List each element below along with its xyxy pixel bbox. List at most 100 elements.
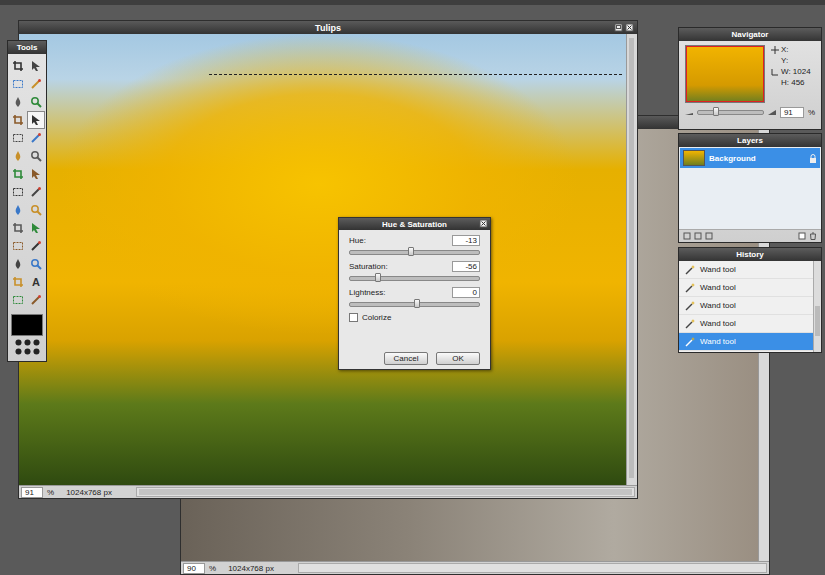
navigator-thumbnail[interactable] — [685, 45, 765, 103]
horizontal-scrollbar[interactable] — [136, 487, 635, 497]
close-icon[interactable] — [479, 219, 488, 228]
history-title[interactable]: History — [679, 248, 821, 261]
tulips-window[interactable]: Tulips91%1024x768 px — [18, 20, 638, 499]
tool-button[interactable] — [9, 75, 27, 93]
tool-button[interactable] — [27, 291, 45, 309]
tool-button[interactable] — [9, 237, 27, 255]
tool-button[interactable] — [27, 201, 45, 219]
zoom-out-icon[interactable] — [685, 109, 693, 117]
colorize-checkbox[interactable]: Colorize — [349, 313, 480, 322]
layer-thumbnail — [683, 150, 705, 166]
tool-button[interactable] — [27, 57, 45, 75]
layer-tool-icon[interactable] — [694, 232, 702, 240]
dialog-title-bar[interactable]: Hue & Saturation — [339, 218, 490, 230]
color-swatch[interactable] — [11, 314, 43, 336]
zoom-slider[interactable] — [697, 110, 764, 115]
tool-button[interactable] — [9, 291, 27, 309]
tulips-window-title-bar[interactable]: Tulips — [19, 21, 637, 34]
drop-icon — [12, 204, 24, 216]
tool-button[interactable] — [27, 237, 45, 255]
tool-button[interactable] — [27, 75, 45, 93]
tool-button[interactable] — [9, 165, 27, 183]
crop-icon — [12, 222, 24, 234]
history-item[interactable]: Wand tool — [679, 279, 813, 297]
image-size: 1024x768 px — [66, 488, 112, 497]
tool-button[interactable] — [9, 147, 27, 165]
marquee-icon — [12, 240, 24, 252]
image-size: 1024x768 px — [228, 564, 274, 573]
tool-button[interactable] — [9, 129, 27, 147]
slider-track[interactable] — [349, 250, 480, 255]
layer-row[interactable]: Background — [680, 148, 820, 168]
dot-icon[interactable] — [33, 348, 40, 355]
history-item[interactable]: Wand tool — [679, 333, 813, 351]
desktop: 90%1024x768 pxTulips91%1024x768 pxToolsA… — [0, 0, 825, 575]
tool-button[interactable] — [27, 129, 45, 147]
history-item[interactable]: Wand tool — [679, 315, 813, 333]
brush-icon — [30, 132, 42, 144]
hue-saturation-dialog: Hue & SaturationHue:-13Saturation:-56Lig… — [338, 217, 491, 370]
tool-button[interactable] — [9, 57, 27, 75]
slider-value[interactable]: -56 — [452, 261, 480, 272]
history-label: Wand tool — [700, 283, 736, 292]
tool-button[interactable] — [9, 255, 27, 273]
slider-track[interactable] — [349, 276, 480, 281]
marquee-icon — [12, 78, 24, 90]
slider-value[interactable]: -13 — [452, 235, 480, 246]
dot-icon[interactable] — [24, 348, 31, 355]
dot-icon[interactable] — [15, 339, 22, 346]
tool-button[interactable] — [27, 183, 45, 201]
new-layer-icon[interactable] — [798, 232, 806, 240]
tool-button[interactable]: A — [27, 273, 45, 291]
navigator-zoom-field[interactable]: 91 — [780, 107, 804, 118]
lens-icon — [30, 96, 42, 108]
tool-button[interactable] — [9, 201, 27, 219]
brush-icon — [30, 240, 42, 252]
tool-button[interactable] — [9, 111, 27, 129]
tool-button[interactable] — [27, 255, 45, 273]
tool-button[interactable] — [27, 219, 45, 237]
wand-icon — [685, 337, 695, 347]
tool-button[interactable] — [27, 165, 45, 183]
history-scrollbar[interactable] — [813, 261, 821, 352]
close-icon[interactable] — [625, 23, 634, 32]
dialog-button[interactable]: Cancel — [384, 352, 428, 365]
tool-button[interactable] — [9, 273, 27, 291]
tool-button[interactable] — [9, 93, 27, 111]
slider-track[interactable] — [349, 302, 480, 307]
layers-title[interactable]: Layers — [679, 134, 821, 147]
zoom-field[interactable]: 90 — [183, 563, 205, 574]
tool-button[interactable] — [27, 111, 45, 129]
h-label: H: 456 — [781, 78, 805, 87]
navigator-title[interactable]: Navigator — [679, 28, 821, 41]
layer-tool-icon[interactable] — [683, 232, 691, 240]
history-item[interactable]: Wand tool — [679, 297, 813, 315]
tool-button[interactable] — [27, 93, 45, 111]
history-panel: HistoryWand toolWand toolWand toolWand t… — [678, 247, 822, 353]
slider-label: Hue: — [349, 236, 366, 245]
brush-icon — [30, 294, 42, 306]
maximize-icon[interactable] — [614, 23, 623, 32]
tulips-photo[interactable] — [19, 34, 626, 485]
tool-button[interactable] — [27, 147, 45, 165]
trash-icon[interactable] — [809, 232, 817, 240]
layer-tool-icon[interactable] — [705, 232, 713, 240]
wand-icon — [685, 283, 695, 293]
dialog-button[interactable]: OK — [436, 352, 480, 365]
zoom-in-icon[interactable] — [768, 109, 776, 117]
w-label: W: 1024 — [781, 67, 811, 76]
horizontal-scrollbar[interactable] — [298, 563, 767, 573]
slider-value[interactable]: 0 — [452, 287, 480, 298]
tool-button[interactable] — [9, 183, 27, 201]
dot-icon[interactable] — [33, 339, 40, 346]
dot-icon[interactable] — [15, 348, 22, 355]
tool-button[interactable] — [9, 219, 27, 237]
tools-title[interactable]: Tools — [8, 41, 46, 54]
arrow-icon — [30, 168, 42, 180]
lock-icon[interactable] — [809, 154, 817, 163]
crop-icon — [12, 114, 24, 126]
zoom-field[interactable]: 91 — [21, 487, 43, 498]
dot-icon[interactable] — [24, 339, 31, 346]
history-item[interactable]: Wand tool — [679, 261, 813, 279]
vertical-scrollbar[interactable] — [626, 34, 637, 485]
